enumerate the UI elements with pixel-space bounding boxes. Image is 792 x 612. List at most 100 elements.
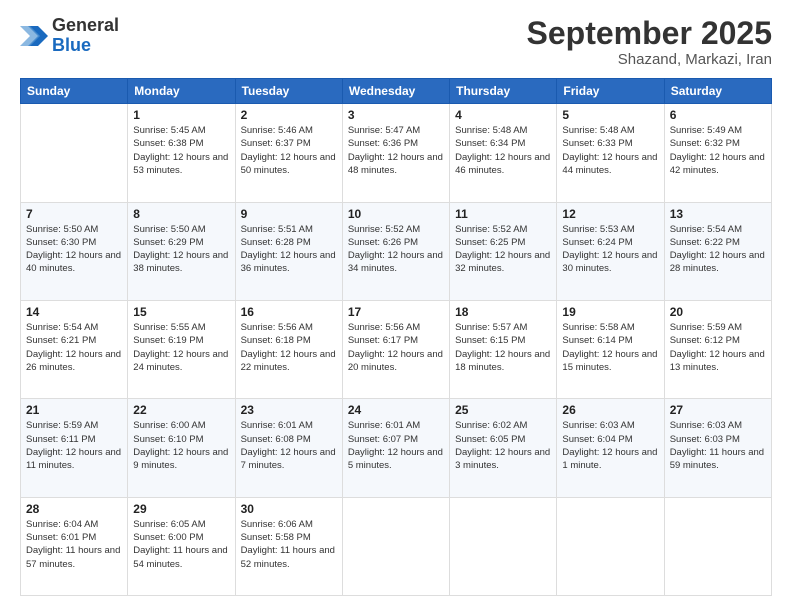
day-number: 2 [241,108,337,122]
day-number: 29 [133,502,229,516]
calendar-cell: 29 Sunrise: 6:05 AMSunset: 6:00 PMDayligh… [128,497,235,595]
day-number: 22 [133,403,229,417]
day-info: Sunrise: 6:01 AMSunset: 6:07 PMDaylight:… [348,419,444,472]
day-number: 4 [455,108,551,122]
week-row-5: 28Sunrise: 6:04 AMSunset: 6:01 PMDayligh… [21,497,772,595]
calendar-cell: 14 Sunrise: 5:54 AMSunset: 6:21 PMDayligh… [21,300,128,398]
calendar-cell: 16 Sunrise: 5:56 AMSunset: 6:18 PMDayligh… [235,300,342,398]
calendar-cell: 22 Sunrise: 6:00 AMSunset: 6:10 PMDayligh… [128,399,235,497]
day-number: 20 [670,305,766,319]
day-number: 23 [241,403,337,417]
calendar-cell [664,497,771,595]
weekday-saturday: Saturday [664,79,771,104]
title-block: September 2025 Shazand, Markazi, Iran [527,16,772,68]
day-info: Sunrise: 5:45 AMSunset: 6:38 PMDaylight:… [133,124,229,177]
day-info: Sunrise: 5:48 AMSunset: 6:33 PMDaylight:… [562,124,658,177]
weekday-thursday: Thursday [450,79,557,104]
calendar-cell: 12 Sunrise: 5:53 AMSunset: 6:24 PMDayligh… [557,202,664,300]
day-info: Sunrise: 5:56 AMSunset: 6:17 PMDaylight:… [348,321,444,374]
calendar-cell: 5 Sunrise: 5:48 AMSunset: 6:33 PMDaylight… [557,104,664,202]
calendar-cell: 1 Sunrise: 5:45 AMSunset: 6:38 PMDaylight… [128,104,235,202]
calendar-header: SundayMondayTuesdayWednesdayThursdayFrid… [21,79,772,104]
day-number: 18 [455,305,551,319]
day-number: 21 [26,403,122,417]
day-info: Sunrise: 5:54 AMSunset: 6:22 PMDaylight:… [670,223,766,276]
week-row-2: 7Sunrise: 5:50 AMSunset: 6:30 PMDaylight… [21,202,772,300]
day-info: Sunrise: 5:48 AMSunset: 6:34 PMDaylight:… [455,124,551,177]
day-number: 24 [348,403,444,417]
day-number: 15 [133,305,229,319]
day-info: Sunrise: 6:02 AMSunset: 6:05 PMDaylight:… [455,419,551,472]
day-info: Sunrise: 5:59 AMSunset: 6:12 PMDaylight:… [670,321,766,374]
day-info: Sunrise: 5:52 AMSunset: 6:25 PMDaylight:… [455,223,551,276]
subtitle: Shazand, Markazi, Iran [527,51,772,68]
calendar-cell [450,497,557,595]
day-number: 7 [26,207,122,221]
calendar-cell: 3 Sunrise: 5:47 AMSunset: 6:36 PMDaylight… [342,104,449,202]
page: General Blue September 2025 Shazand, Mar… [0,0,792,612]
day-info: Sunrise: 6:03 AMSunset: 6:04 PMDaylight:… [562,419,658,472]
calendar-cell: 30 Sunrise: 6:06 AMSunset: 5:58 PMDayligh… [235,497,342,595]
calendar-cell: 11Sunrise: 5:52 AMSunset: 6:25 PMDayligh… [450,202,557,300]
month-title: September 2025 [527,16,772,51]
day-info: Sunrise: 5:51 AMSunset: 6:28 PMDaylight:… [241,223,337,276]
weekday-tuesday: Tuesday [235,79,342,104]
calendar-cell: 13 Sunrise: 5:54 AMSunset: 6:22 PMDayligh… [664,202,771,300]
calendar-cell: 7Sunrise: 5:50 AMSunset: 6:30 PMDaylight… [21,202,128,300]
day-info: Sunrise: 5:58 AMSunset: 6:14 PMDaylight:… [562,321,658,374]
logo: General Blue [20,16,119,56]
calendar-cell: 6Sunrise: 5:49 AMSunset: 6:32 PMDaylight… [664,104,771,202]
day-info: Sunrise: 5:59 AMSunset: 6:11 PMDaylight:… [26,419,122,472]
day-number: 16 [241,305,337,319]
calendar-cell: 23Sunrise: 6:01 AMSunset: 6:08 PMDayligh… [235,399,342,497]
header: General Blue September 2025 Shazand, Mar… [20,16,772,68]
day-number: 6 [670,108,766,122]
calendar-cell: 18 Sunrise: 5:57 AMSunset: 6:15 PMDayligh… [450,300,557,398]
day-info: Sunrise: 5:47 AMSunset: 6:36 PMDaylight:… [348,124,444,177]
calendar-cell: 21 Sunrise: 5:59 AMSunset: 6:11 PMDayligh… [21,399,128,497]
day-info: Sunrise: 5:50 AMSunset: 6:29 PMDaylight:… [133,223,229,276]
day-number: 17 [348,305,444,319]
calendar-cell: 10 Sunrise: 5:52 AMSunset: 6:26 PMDayligh… [342,202,449,300]
day-info: Sunrise: 5:54 AMSunset: 6:21 PMDaylight:… [26,321,122,374]
day-number: 13 [670,207,766,221]
day-info: Sunrise: 5:53 AMSunset: 6:24 PMDaylight:… [562,223,658,276]
calendar-cell [557,497,664,595]
calendar: SundayMondayTuesdayWednesdayThursdayFrid… [20,78,772,596]
calendar-cell: 15Sunrise: 5:55 AMSunset: 6:19 PMDayligh… [128,300,235,398]
day-number: 8 [133,207,229,221]
weekday-row: SundayMondayTuesdayWednesdayThursdayFrid… [21,79,772,104]
day-info: Sunrise: 6:06 AMSunset: 5:58 PMDaylight:… [241,518,337,571]
day-number: 3 [348,108,444,122]
day-number: 5 [562,108,658,122]
day-number: 28 [26,502,122,516]
weekday-wednesday: Wednesday [342,79,449,104]
weekday-friday: Friday [557,79,664,104]
day-info: Sunrise: 5:46 AMSunset: 6:37 PMDaylight:… [241,124,337,177]
day-number: 12 [562,207,658,221]
calendar-cell [21,104,128,202]
day-info: Sunrise: 5:52 AMSunset: 6:26 PMDaylight:… [348,223,444,276]
calendar-cell: 28Sunrise: 6:04 AMSunset: 6:01 PMDayligh… [21,497,128,595]
weekday-sunday: Sunday [21,79,128,104]
calendar-cell: 19 Sunrise: 5:58 AMSunset: 6:14 PMDayligh… [557,300,664,398]
calendar-cell: 26Sunrise: 6:03 AMSunset: 6:04 PMDayligh… [557,399,664,497]
day-info: Sunrise: 5:56 AMSunset: 6:18 PMDaylight:… [241,321,337,374]
day-number: 10 [348,207,444,221]
day-number: 27 [670,403,766,417]
calendar-cell: 24 Sunrise: 6:01 AMSunset: 6:07 PMDayligh… [342,399,449,497]
day-number: 14 [26,305,122,319]
calendar-cell: 20 Sunrise: 5:59 AMSunset: 6:12 PMDayligh… [664,300,771,398]
calendar-cell: 9 Sunrise: 5:51 AMSunset: 6:28 PMDaylight… [235,202,342,300]
week-row-3: 14 Sunrise: 5:54 AMSunset: 6:21 PMDayligh… [21,300,772,398]
day-number: 1 [133,108,229,122]
day-number: 30 [241,502,337,516]
day-number: 25 [455,403,551,417]
day-number: 9 [241,207,337,221]
logo-text: General Blue [52,16,119,56]
day-info: Sunrise: 6:05 AMSunset: 6:00 PMDaylight:… [133,518,229,571]
calendar-cell: 4 Sunrise: 5:48 AMSunset: 6:34 PMDaylight… [450,104,557,202]
day-number: 19 [562,305,658,319]
day-info: Sunrise: 6:00 AMSunset: 6:10 PMDaylight:… [133,419,229,472]
day-info: Sunrise: 5:57 AMSunset: 6:15 PMDaylight:… [455,321,551,374]
